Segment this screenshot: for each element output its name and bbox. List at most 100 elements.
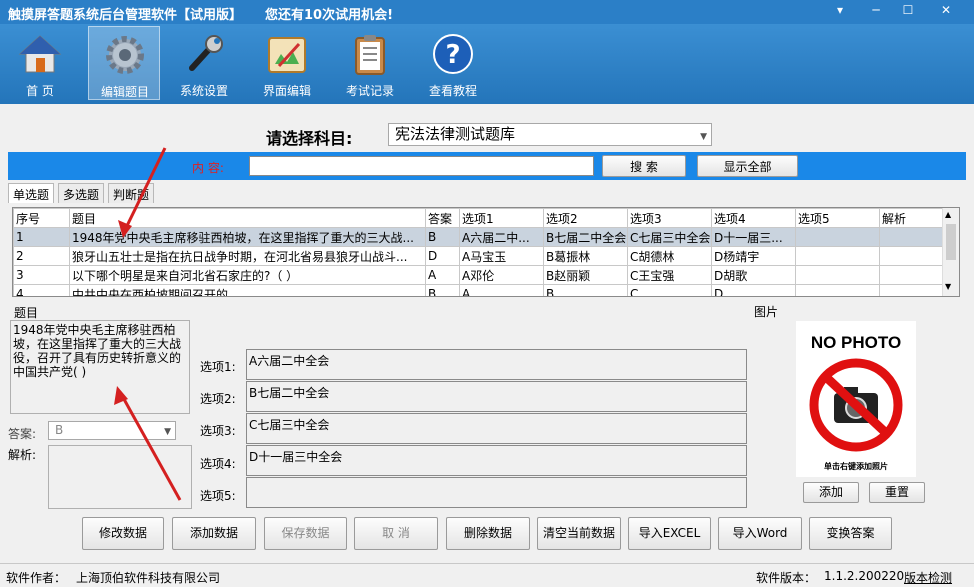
table-cell: D十一届三...: [712, 228, 796, 247]
table-cell: B: [426, 228, 460, 247]
option1-field[interactable]: A六届二中全会: [246, 349, 747, 380]
tab-multiple-choice[interactable]: 多选题: [58, 183, 104, 203]
questions-table: 序号 题目 答案 选项1 选项2 选项3 选项4 选项5 解析 1 1948年党…: [12, 207, 960, 297]
modify-data-button[interactable]: 修改数据: [82, 517, 164, 550]
title-bar: 触摸屏答题系统后台管理软件【试用版】 您还有10次试用机会! ▾ ─ ☐ ✕: [0, 0, 974, 24]
analysis-textarea[interactable]: [48, 445, 192, 509]
photo-placeholder[interactable]: NO PHOTO 单击右键添加照片: [796, 321, 916, 477]
subject-select[interactable]: 宪法法律测试题库 ▼: [388, 123, 712, 146]
show-all-button[interactable]: 显示全部: [697, 155, 798, 177]
table-row[interactable]: 4 中共中央在西柏坡期间召开的... B A... B... C... D...: [14, 285, 943, 298]
close-icon[interactable]: ✕: [932, 2, 960, 18]
option4-field[interactable]: D十一届三中全会: [246, 445, 747, 476]
toolbar-edit-questions-label: 编辑题目: [89, 83, 161, 100]
table-cell: 2: [14, 247, 70, 266]
toolbar-tutorial-label: 查看教程: [417, 82, 489, 99]
author-name: 上海顶伯软件科技有限公司: [76, 569, 220, 586]
col-header-option5[interactable]: 选项5: [796, 209, 880, 228]
delete-data-button[interactable]: 删除数据: [446, 517, 530, 550]
table-cell: D杨靖宇: [712, 247, 796, 266]
table-cell: C七届三中全会: [628, 228, 712, 247]
minimize-icon[interactable]: ─: [862, 2, 890, 18]
search-input[interactable]: [249, 156, 594, 176]
option3-field[interactable]: C七届三中全会: [246, 413, 747, 444]
version-check-link[interactable]: 版本检测: [904, 569, 952, 586]
maximize-icon[interactable]: ☐: [894, 2, 922, 18]
cancel-button[interactable]: 取 消: [354, 517, 438, 550]
import-excel-button[interactable]: 导入EXCEL: [628, 517, 711, 550]
wrench-icon: [182, 32, 226, 76]
toolbar-tutorial-button[interactable]: ? 查看教程: [417, 26, 489, 100]
reset-photo-button[interactable]: 重置: [869, 482, 925, 503]
table-row[interactable]: 3 以下哪个明星是来自河北省石家庄的?（ ） A A邓伦 B赵丽颖 C王宝强 D…: [14, 266, 943, 285]
main-toolbar: 首 页 编辑题目 系统设置 界面编辑: [0, 24, 974, 104]
table-cell: C王宝强: [628, 266, 712, 285]
toolbar-edit-questions-button[interactable]: 编辑题目: [88, 26, 160, 100]
table-cell: A: [426, 266, 460, 285]
toolbar-ui-edit-label: 界面编辑: [251, 82, 323, 99]
tab-true-false[interactable]: 判断题: [108, 183, 154, 203]
window-title: 触摸屏答题系统后台管理软件【试用版】: [8, 4, 242, 23]
scrollbar-thumb[interactable]: [946, 224, 956, 260]
option5-field[interactable]: [246, 477, 747, 508]
analysis-label: 解析:: [8, 446, 36, 463]
table-cell: [880, 228, 943, 247]
col-header-option3[interactable]: 选项3: [628, 209, 712, 228]
toolbar-exam-records-label: 考试记录: [334, 82, 406, 99]
option2-label: 选项2:: [200, 390, 236, 407]
toolbar-settings-button[interactable]: 系统设置: [168, 26, 240, 100]
toolbar-ui-edit-button[interactable]: 界面编辑: [251, 26, 323, 100]
table-cell: [796, 266, 880, 285]
import-word-button[interactable]: 导入Word: [718, 517, 802, 550]
home-icon: [18, 32, 62, 76]
scroll-down-icon[interactable]: ▼: [945, 282, 951, 291]
status-bar: 软件作者： 上海顶伯软件科技有限公司 软件版本： 1.1.2.200220 版本…: [0, 563, 974, 587]
question-textarea[interactable]: 1948年党中央毛主席移驻西柏坡，在这里指挥了重大的三大战役，召开了具有历史转折…: [10, 320, 190, 414]
toolbar-exam-records-button[interactable]: 考试记录: [334, 26, 406, 100]
table-cell: B赵丽颖: [544, 266, 628, 285]
save-data-button[interactable]: 保存数据: [264, 517, 347, 550]
search-label: 内 容:: [192, 159, 224, 176]
table-vertical-scrollbar[interactable]: ▲ ▼: [942, 208, 959, 296]
table-row[interactable]: 1 1948年党中央毛主席移驻西柏坡，在这里指挥了重大的三大战... B A六届…: [14, 228, 943, 247]
table-cell: D胡歌: [712, 266, 796, 285]
answer-select[interactable]: B ▼: [48, 421, 176, 440]
question-label: 题目: [14, 304, 38, 321]
edit-image-icon: [265, 32, 309, 76]
table-cell: D: [426, 247, 460, 266]
col-header-option4[interactable]: 选项4: [712, 209, 796, 228]
table-cell: A邓伦: [460, 266, 544, 285]
clear-current-data-button[interactable]: 清空当前数据: [537, 517, 621, 550]
tab-single-choice[interactable]: 单选题: [8, 183, 54, 203]
table-cell: 3: [14, 266, 70, 285]
table-cell: A马宝玉: [460, 247, 544, 266]
col-header-option1[interactable]: 选项1: [460, 209, 544, 228]
table-cell: A六届二中...: [460, 228, 544, 247]
svg-text:?: ?: [445, 40, 460, 70]
toolbar-home-button[interactable]: 首 页: [4, 26, 76, 100]
col-header-question[interactable]: 题目: [70, 209, 426, 228]
table-cell: A...: [460, 285, 544, 298]
clipboard-icon: [348, 32, 392, 76]
option2-field[interactable]: B七届二中全会: [246, 381, 747, 412]
table-cell: C胡德林: [628, 247, 712, 266]
table-cell: [880, 266, 943, 285]
questions-grid: 序号 题目 答案 选项1 选项2 选项3 选项4 选项5 解析 1 1948年党…: [13, 208, 943, 297]
image-label: 图片: [754, 303, 778, 320]
search-button[interactable]: 搜 索: [602, 155, 686, 177]
author-label: 软件作者：: [6, 569, 66, 586]
col-header-option2[interactable]: 选项2: [544, 209, 628, 228]
swap-answers-button[interactable]: 变换答案: [809, 517, 892, 550]
col-header-analysis[interactable]: 解析: [880, 209, 943, 228]
toolbar-settings-label: 系统设置: [168, 82, 240, 99]
add-data-button[interactable]: 添加数据: [172, 517, 256, 550]
col-header-answer[interactable]: 答案: [426, 209, 460, 228]
scroll-up-icon[interactable]: ▲: [945, 210, 951, 219]
table-cell: 1: [14, 228, 70, 247]
no-photo-text: NO PHOTO: [796, 333, 916, 353]
menu-icon[interactable]: ▾: [826, 2, 854, 18]
option1-label: 选项1:: [200, 358, 236, 375]
table-row[interactable]: 2 狼牙山五壮士是指在抗日战争时期，在河北省易县狼牙山战斗... D A马宝玉 …: [14, 247, 943, 266]
add-photo-button[interactable]: 添加: [803, 482, 859, 503]
col-header-index[interactable]: 序号: [14, 209, 70, 228]
